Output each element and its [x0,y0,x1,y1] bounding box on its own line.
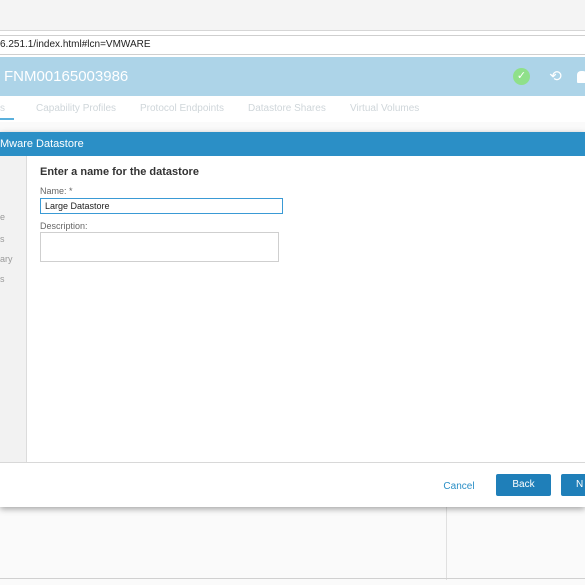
dialog-titlebar: Mware Datastore [0,132,585,156]
step-heading: Enter a name for the datastore [40,166,199,178]
description-label: Description: [40,221,88,231]
active-tab-indicator [0,118,14,120]
wizard-step-name[interactable]: e [0,212,5,222]
app-header: FNM00165003986 ✓ ⟲ [0,57,585,96]
tab-virtual-volumes[interactable]: Virtual Volumes [350,103,419,114]
wizard-step-results[interactable]: s [0,274,5,284]
address-url[interactable]: 6.251.1/index.html#lcn=VMWARE [0,39,151,50]
cancel-button[interactable]: Cancel [437,476,481,496]
next-button[interactable]: N [561,474,585,496]
system-title: FNM00165003986 [4,68,129,85]
datastore-name-input[interactable] [40,198,283,214]
dialog-footer: Cancel Back N [0,462,585,508]
address-bar[interactable]: 6.251.1/index.html#lcn=VMWARE [0,35,585,55]
tab-datastore-shares[interactable]: Datastore Shares [248,103,326,114]
name-label: Name: * [40,186,73,196]
bell-icon[interactable] [577,71,585,83]
browser-top-strip [0,0,585,31]
tab-protocol-endpoints[interactable]: Protocol Endpoints [140,103,224,114]
back-button[interactable]: Back [496,474,551,496]
wizard-step-summary[interactable]: ary [0,254,13,264]
wizard-step-settings[interactable]: s [0,234,5,244]
tab-bar: s Capability Profiles Protocol Endpoints… [0,96,585,123]
dialog-title: Mware Datastore [0,138,84,150]
background-bottom-line [0,578,585,579]
wizard-steps: e s ary s [0,156,27,462]
check-circle-icon[interactable]: ✓ [513,68,530,85]
background-divider [446,505,447,580]
tab-capability-profiles[interactable]: Capability Profiles [36,103,116,114]
description-input[interactable] [40,232,279,262]
tab-datastores[interactable]: s [0,103,5,114]
create-datastore-dialog: Mware Datastore e s ary s Enter a name f… [0,132,585,507]
history-icon[interactable]: ⟲ [547,68,564,85]
